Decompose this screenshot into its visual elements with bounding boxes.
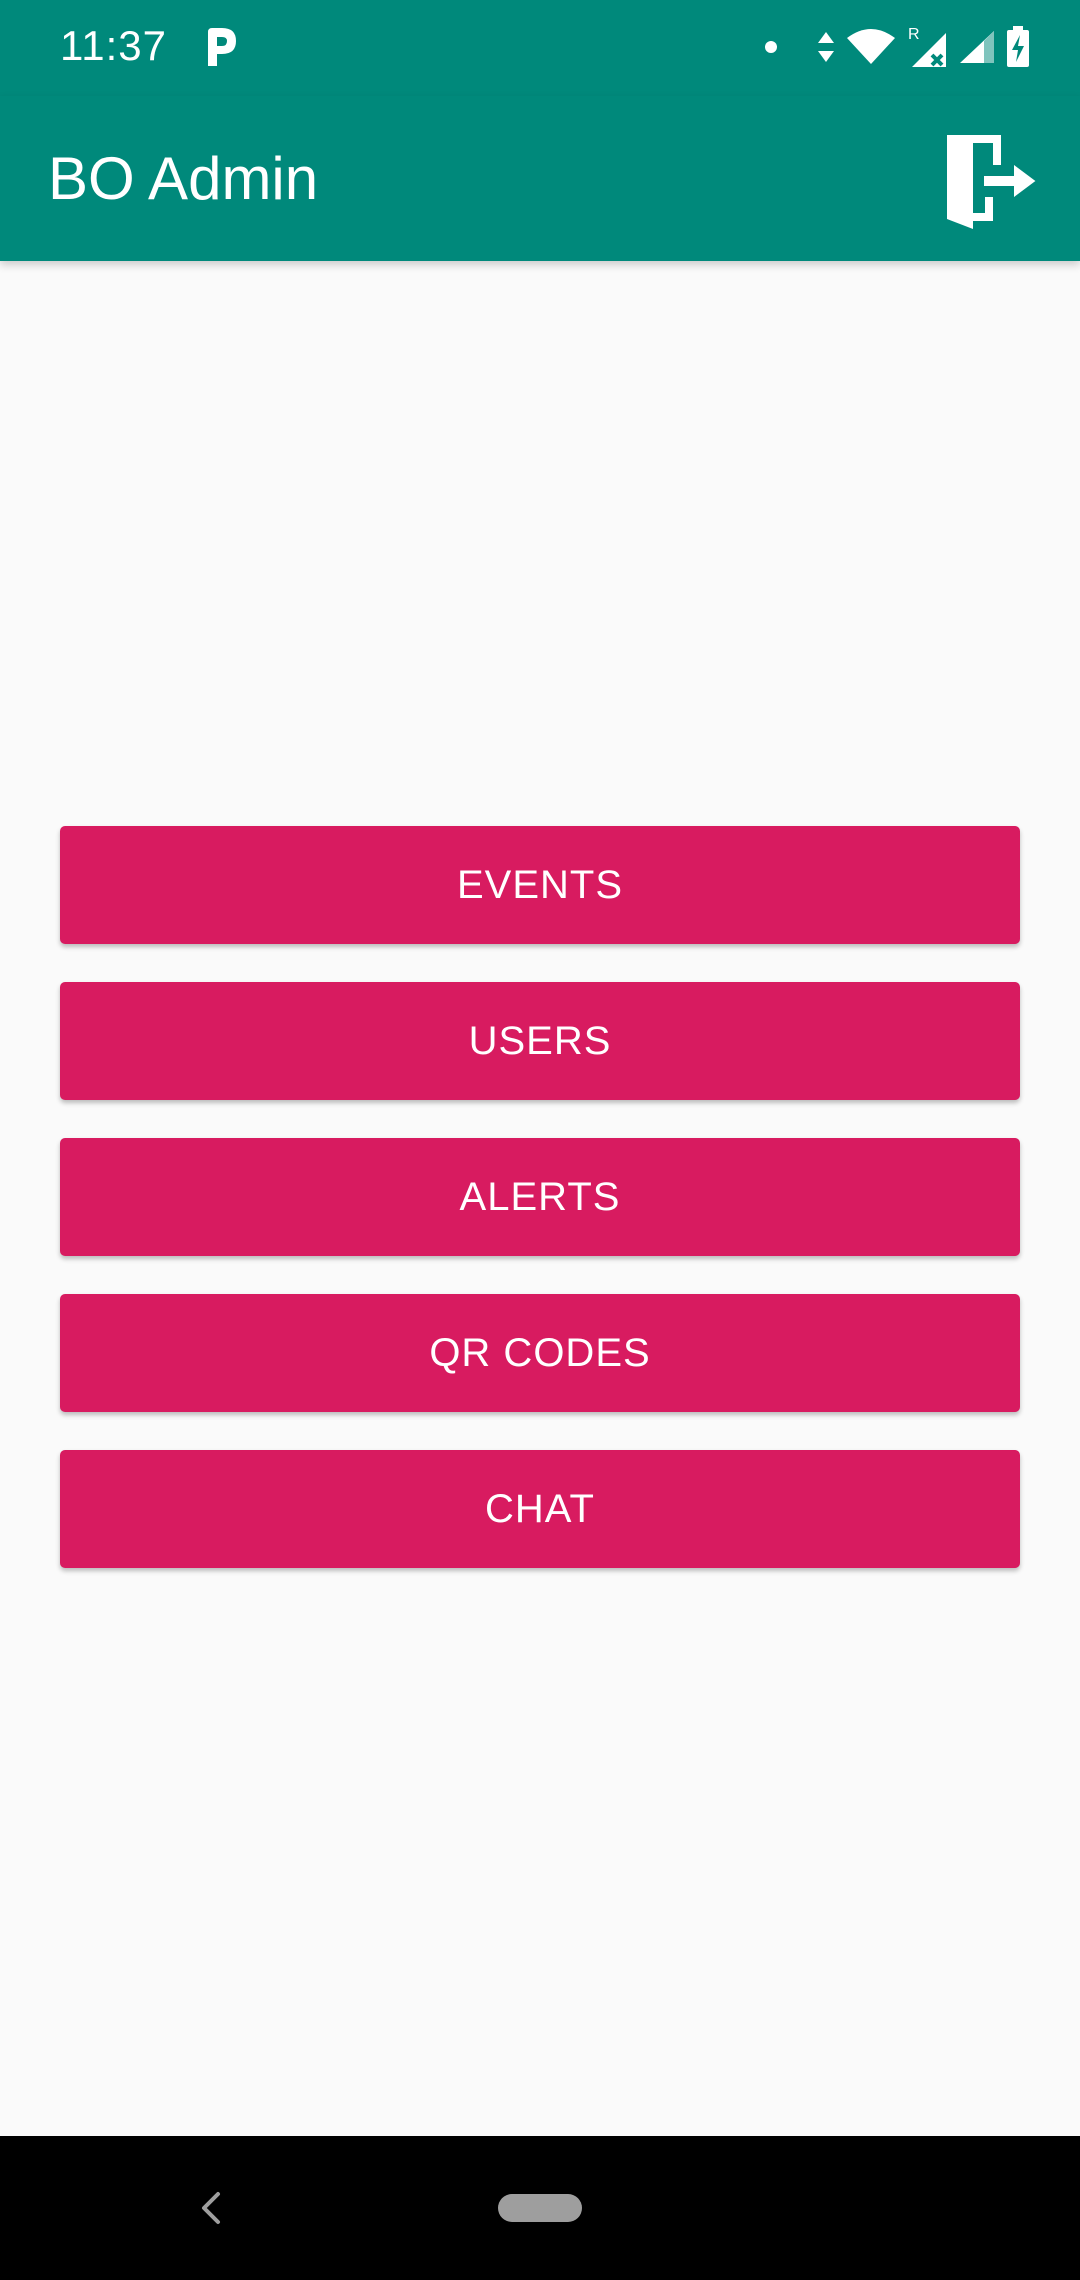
app-title: BO Admin — [48, 145, 319, 212]
events-button[interactable]: EVENTS — [60, 826, 1020, 944]
notification-dot-icon — [765, 41, 777, 53]
alerts-button[interactable]: ALERTS — [60, 1138, 1020, 1256]
back-icon[interactable] — [190, 2180, 230, 2236]
users-button[interactable]: USERS — [60, 982, 1020, 1100]
status-bar: 11:37 R — [0, 0, 1080, 96]
navigation-bar — [0, 2136, 1080, 2280]
menu-button-list: EVENTS USERS ALERTS QR CODES CHAT — [60, 826, 1020, 1606]
app-bar: BO Admin — [0, 96, 1080, 261]
qr-codes-button[interactable]: QR CODES — [60, 1294, 1020, 1412]
battery-charging-icon — [1007, 26, 1029, 67]
status-time: 11:37 — [60, 22, 167, 69]
signal-icon — [960, 31, 994, 63]
wifi-icon — [847, 29, 895, 64]
logout-icon — [947, 135, 1039, 229]
logout-button[interactable] — [938, 126, 1048, 236]
roaming-signal-icon: R — [908, 26, 946, 67]
status-icons: R — [764, 24, 1030, 70]
home-pill-icon[interactable] — [498, 2194, 582, 2222]
chat-button[interactable]: CHAT — [60, 1450, 1020, 1568]
roaming-label: R — [908, 26, 920, 43]
data-arrows-icon — [818, 32, 834, 62]
parking-icon — [208, 28, 236, 66]
